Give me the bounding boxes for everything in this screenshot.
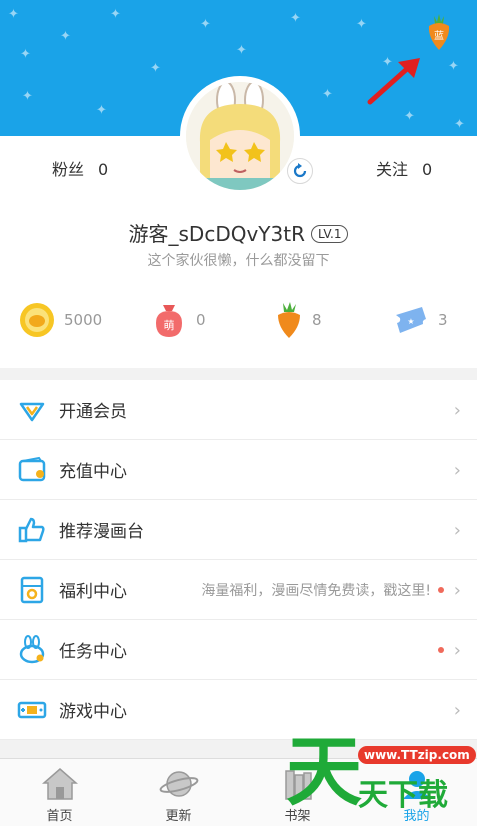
chevron-right-icon: ›	[453, 460, 461, 481]
carrot-icon: 蓝	[428, 14, 450, 50]
avatar[interactable]	[180, 76, 300, 196]
wallet-carrots[interactable]: 8	[274, 300, 322, 340]
refresh-icon	[293, 163, 307, 178]
menu-item-label: 充值中心	[59, 462, 127, 482]
tab-label: 首页	[46, 809, 73, 824]
fans-stat[interactable]: 粉丝 0	[52, 156, 108, 180]
refresh-avatar-button[interactable]	[287, 158, 313, 184]
gold-coin-value: 5000	[64, 311, 103, 329]
chevron-right-icon: ›	[453, 640, 461, 661]
watermark-text: 天下载	[358, 778, 448, 813]
planet-icon	[159, 771, 198, 797]
gift-card-icon	[20, 576, 44, 603]
site-watermark: 天 www.TTzip.com 天下载	[286, 732, 477, 826]
watermark-url: www.TTzip.com	[358, 746, 476, 764]
carrot-button-label: 蓝	[434, 30, 444, 42]
menu-item-label: 福利中心	[59, 582, 127, 602]
carrot-value: 8	[312, 311, 322, 329]
tab-label: 更新	[165, 809, 192, 824]
wallet-meng-bag[interactable]: 萌 0	[150, 300, 206, 340]
gamepad-icon	[17, 701, 47, 718]
meng-bag-value: 0	[196, 311, 206, 329]
carrot-icon	[278, 302, 300, 338]
wallet-gold-coins[interactable]: 5000	[18, 300, 102, 340]
welfare-hint: 海量福利，漫画尽情免费读，戳这里!	[201, 582, 431, 599]
menu-item-label: 游戏中心	[59, 702, 127, 722]
notification-dot	[438, 587, 444, 593]
meng-bag-icon: 萌	[156, 305, 182, 337]
menu-item-label: 任务中心	[59, 642, 127, 662]
username: 游客_sDcDQvY3tR	[128, 222, 305, 246]
follow-count: 0	[422, 160, 433, 179]
menu-item-label: 推荐漫画台	[59, 522, 144, 542]
fans-label: 粉丝	[52, 160, 85, 179]
level-badge: LV.1	[311, 225, 349, 243]
tab-updates[interactable]: 更新	[119, 759, 238, 826]
vip-diamond-icon	[19, 402, 45, 421]
follow-stat[interactable]: 关注 0	[376, 156, 432, 180]
menu-item-games[interactable]: 游戏中心 ›	[0, 680, 477, 740]
menu-item-welfare[interactable]: 福利中心 海量福利，漫画尽情免费读，戳这里! ›	[0, 560, 477, 620]
ticket-value: 3	[438, 311, 448, 329]
ticket-icon: ★	[396, 307, 426, 333]
bio-text: 这个家伙很懒，什么都没留下	[147, 253, 330, 269]
meng-bag-badge: 萌	[164, 318, 175, 332]
menu-item-recommend[interactable]: 推荐漫画台 ›	[0, 500, 477, 560]
anime-avatar-image	[186, 82, 294, 190]
gold-coin-icon	[20, 303, 54, 337]
red-arrow-annotation	[367, 58, 420, 105]
menu-item-tasks[interactable]: 任务中心 ›	[0, 620, 477, 680]
menu-item-label: 开通会员	[59, 402, 127, 422]
menu-list: 开通会员 › 充值中心 › 推荐漫画台 › 福利中心 海量福利，漫画尽情免费读，…	[0, 380, 477, 740]
username-row: 游客_sDcDQvY3tR LV.1	[0, 218, 477, 247]
svg-text:★: ★	[407, 317, 414, 326]
chevron-right-icon: ›	[453, 580, 461, 601]
tab-home[interactable]: 首页	[0, 759, 119, 826]
menu-item-vip[interactable]: 开通会员 ›	[0, 380, 477, 440]
chevron-right-icon: ›	[453, 700, 461, 721]
home-icon	[41, 768, 78, 800]
chevron-right-icon: ›	[453, 520, 461, 541]
fans-count: 0	[98, 160, 109, 179]
wallet-tickets[interactable]: ★ 3	[392, 300, 448, 340]
notification-dot	[438, 647, 444, 653]
follow-label: 关注	[376, 160, 409, 179]
menu-item-recharge[interactable]: 充值中心 ›	[0, 440, 477, 500]
thumbs-up-icon	[18, 517, 45, 542]
chevron-right-icon: ›	[453, 400, 461, 421]
bunny-icon	[19, 634, 45, 663]
wallet-icon	[18, 456, 46, 481]
carrot-shop-button[interactable]: 蓝	[424, 12, 454, 52]
watermark-big-char: 天	[286, 727, 362, 816]
